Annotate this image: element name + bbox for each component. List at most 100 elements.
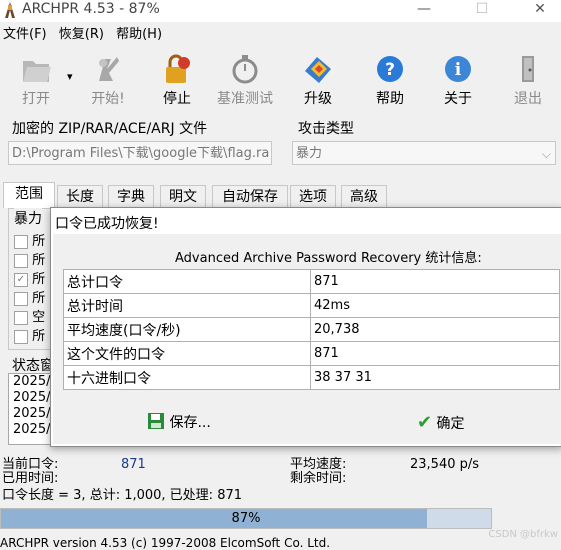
stat-key: 这个文件的口令 [63,341,311,366]
archive-path-field[interactable]: D:\Program Files\下载\google下载\flag.ra [8,141,272,165]
checkbox-label: 所 [32,253,46,268]
log-line: 2025/ [13,422,51,437]
open-button[interactable]: 打开 [8,50,64,110]
checkbox[interactable] [14,234,28,249]
stop-icon [166,54,190,83]
svg-text:?: ? [385,60,395,80]
stat-value: 871 [310,269,560,294]
table-row: 十六进制口令 38 37 31 [63,365,560,390]
title-bar: ARCHPR 4.53 - 87% — ☐ ✕ [0,0,561,22]
status-log[interactable]: 2025/ 2025/ 2025/ 2025/ [8,373,52,445]
checkbox-label: 所 [32,329,46,344]
stopwatch-icon [232,55,258,84]
tab-advanced[interactable]: 高级 [341,185,387,207]
dialog-body: Advanced Archive Password Recovery 统计信息:… [53,234,561,444]
ok-label: 确定 [436,416,465,432]
brute-force-range-label: 暴力 [14,208,42,228]
checkbox[interactable] [14,329,28,344]
menu-bar: 文件(F) 恢复(R) 帮助(H) [0,24,167,46]
tab-length[interactable]: 长度 [57,185,103,207]
window-title: ARCHPR 4.53 - 87% [22,1,160,17]
exit-button[interactable]: 退出 [500,50,556,110]
maximize-button[interactable]: ☐ [462,0,502,20]
checkbox[interactable] [14,291,28,306]
open-label: 打开 [22,91,50,107]
average-speed-label: 平均速度: [290,457,347,472]
average-speed-value: 23,540 p/s [410,457,480,472]
help-icon: ? [377,56,403,82]
checkbox-label: 所 [32,272,46,287]
tab-dictionary[interactable]: 字典 [108,185,154,207]
stop-label: 停止 [163,91,191,107]
table-row: 平均速度(口令/秒) 20,738 [63,317,560,342]
stat-key: 平均速度(口令/秒) [63,317,311,342]
charset-option[interactable]: 所 [14,287,45,306]
close-button[interactable]: ✕ [520,0,560,20]
save-button[interactable]: 保存... [147,412,211,432]
stat-value: 42ms [310,293,560,318]
open-icon [23,61,51,82]
password-recovered-dialog: 口令已成功恢复! Advanced Archive Password Recov… [50,207,561,447]
checkbox-label: 空 [32,310,46,325]
toolbar: 打开 ▾ 开始! 停止 基准测试 升级 ? 帮助 i 关于 退出 [0,50,561,112]
attack-type-select[interactable]: 暴力 ⌵ [292,141,556,165]
current-password-label: 当前口令: [2,457,59,472]
exit-label: 退出 [514,91,542,107]
open-dropdown-arrow[interactable]: ▾ [67,70,73,83]
charset-option[interactable]: 所 [14,249,45,268]
charset-checkbox-list: 所 所 ✓ 所 所 空 所 [14,230,45,344]
benchmark-label: 基准测试 [217,91,273,107]
menu-file[interactable]: 文件(F) [0,24,52,46]
checkbox-checked[interactable]: ✓ [14,272,28,287]
remaining-time-label: 剩余时间: [290,471,347,486]
save-label: 保存... [169,415,211,431]
exit-icon [522,56,534,82]
help-label: 帮助 [376,91,404,107]
about-label: 关于 [444,91,472,107]
save-icon [148,413,164,429]
help-button[interactable]: ? 帮助 [362,50,418,110]
charset-option[interactable]: 空 [14,306,45,325]
start-icon [99,57,119,81]
checkbox-label: 所 [32,234,46,249]
status-bar: ARCHPR version 4.53 (c) 1997-2008 ElcomS… [0,536,331,550]
checkbox-label: 所 [32,291,46,306]
about-button[interactable]: i 关于 [430,50,486,110]
checkbox[interactable] [14,253,28,268]
tab-range[interactable]: 范围 [3,182,55,208]
minimize-button[interactable]: — [404,0,444,20]
charset-option[interactable]: 所 [14,325,45,344]
stats-heading: Advanced Archive Password Recovery 统计信息: [175,251,482,266]
log-line: 2025/ [13,374,51,389]
stat-value: 871 [310,341,560,366]
password-length-info: 口令长度 = 3, 总计: 1,000, 已处理: 871 [2,488,243,503]
checkbox[interactable] [14,310,28,325]
current-password-value: 871 [121,457,146,472]
svg-text:i: i [455,60,462,80]
watermark: CSDN @bfrkw [488,529,558,540]
check-icon: ✔ [417,412,433,433]
stop-button[interactable]: 停止 [149,50,205,110]
stat-value: 20,738 [310,317,560,342]
table-row: 这个文件的口令 871 [63,341,560,366]
menu-recovery[interactable]: 恢复(R) [56,24,109,46]
ok-button[interactable]: ✔ 确定 [417,412,465,433]
benchmark-button[interactable]: 基准测试 [209,50,281,110]
upgrade-button[interactable]: 升级 [290,50,346,110]
tab-autosave[interactable]: 自动保存 [212,185,288,207]
tab-plaintext[interactable]: 明文 [160,185,206,207]
start-button[interactable]: 开始! [80,50,136,110]
progress-bar: 87% [0,508,492,529]
stat-key: 总计时间 [63,293,311,318]
charset-option[interactable]: ✓ 所 [14,268,45,287]
stat-key: 总计口令 [63,269,311,294]
stat-value: 38 37 31 [310,365,560,390]
tab-options[interactable]: 选项 [290,185,336,207]
log-line: 2025/ [13,390,51,405]
status-window-label: 状态窗 [12,358,54,374]
app-icon [2,1,18,19]
charset-option[interactable]: 所 [14,230,45,249]
progress-text: 87% [231,511,261,526]
menu-help[interactable]: 帮助(H) [113,24,167,46]
dialog-title: 口令已成功恢复! [55,216,159,232]
